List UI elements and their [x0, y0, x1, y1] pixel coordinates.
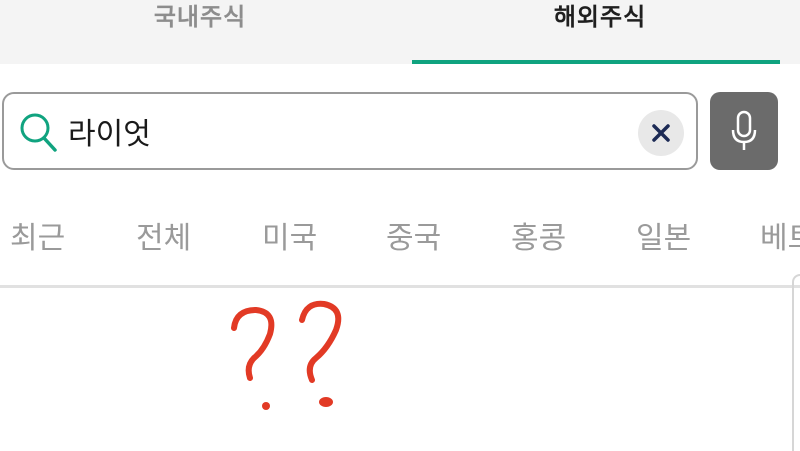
filter-all[interactable]: 전체	[136, 214, 191, 264]
voice-search-button[interactable]	[710, 92, 778, 170]
tab-domestic-stocks[interactable]: 국내주식	[0, 0, 400, 64]
filter-recent[interactable]: 최근	[10, 214, 65, 264]
filter-hongkong[interactable]: 홍콩	[511, 214, 566, 264]
filter-japan[interactable]: 일본	[636, 214, 691, 264]
filter-usa[interactable]: 미국	[262, 214, 317, 264]
filter-vietnam[interactable]: 베트	[760, 214, 800, 264]
search-input[interactable]	[68, 108, 608, 154]
search-box	[2, 92, 698, 170]
filter-china[interactable]: 중국	[386, 214, 441, 264]
clear-search-button[interactable]	[638, 110, 684, 156]
handwritten-question-marks	[231, 300, 342, 410]
microphone-icon	[731, 110, 757, 150]
market-tabs: 국내주식 해외주식	[0, 0, 800, 64]
tab-label: 해외주식	[553, 3, 647, 31]
scroll-panel-edge	[792, 274, 800, 451]
search-icon	[20, 113, 57, 152]
close-icon	[652, 124, 670, 142]
stock-search-screen: 국내주식 해외주식 최근 전체 미국 중국 홍콩 일본	[0, 0, 800, 451]
tab-label: 국내주식	[153, 3, 247, 31]
tab-overseas-stocks[interactable]: 해외주식	[400, 0, 800, 64]
filter-divider	[0, 285, 800, 288]
region-filter-tabs: 최근 전체 미국 중국 홍콩 일본 베트	[0, 214, 800, 270]
